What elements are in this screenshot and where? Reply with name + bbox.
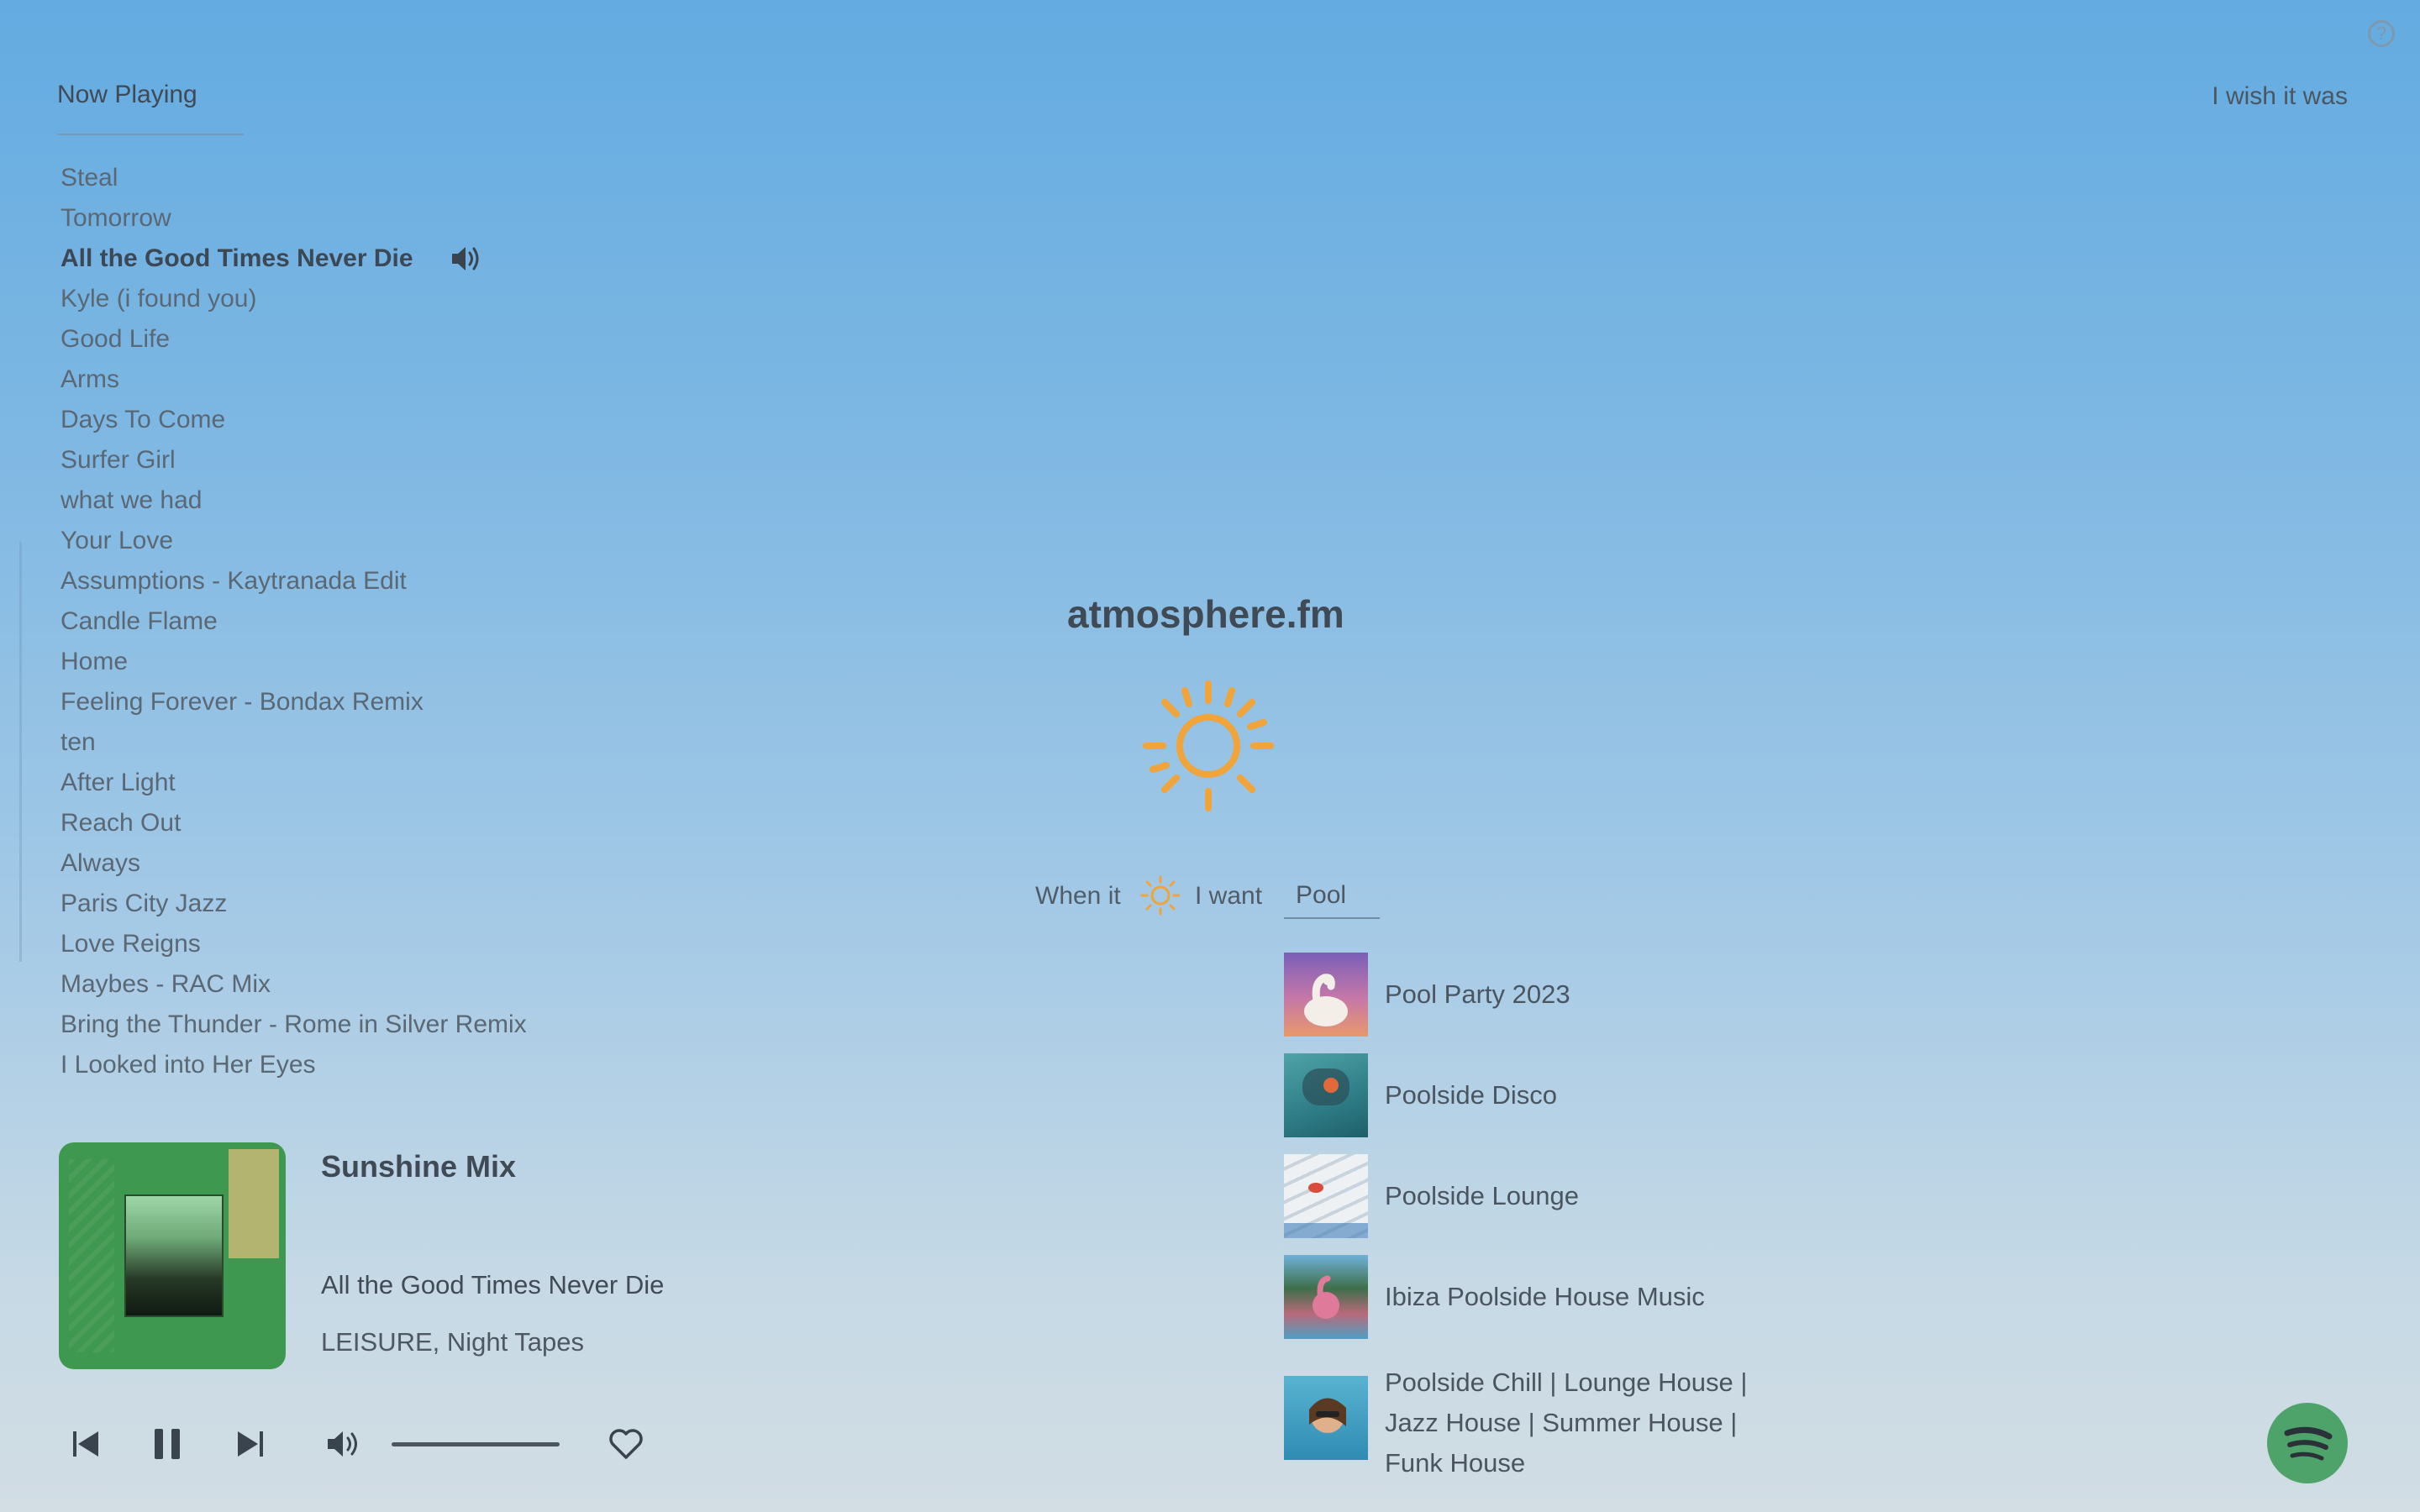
track-title: Always	[60, 849, 141, 877]
track-item[interactable]: Bring the Thunder - Rome in Silver Remix	[60, 1005, 527, 1045]
track-title: Steal	[60, 164, 118, 192]
track-title: Assumptions - Kaytranada Edit	[60, 567, 407, 595]
track-item[interactable]: Kyle (i found you)	[60, 279, 527, 319]
result-thumbnail	[1284, 1053, 1368, 1137]
track-item[interactable]: Days To Come	[60, 400, 527, 440]
track-item[interactable]: Reach Out	[60, 803, 527, 843]
track-title: Paris City Jazz	[60, 890, 228, 917]
result-label: Poolside Chill | Lounge House | Jazz Hou…	[1385, 1368, 1748, 1478]
track-item[interactable]: Steal	[60, 158, 527, 198]
track-title: Days To Come	[60, 406, 226, 433]
album-art-photo	[124, 1194, 224, 1317]
result-label: Pool Party 2023	[1385, 979, 1570, 1009]
playlist-name: Sunshine Mix	[321, 1149, 517, 1184]
track-item[interactable]: Always	[60, 843, 527, 884]
track-title: Reach Out	[60, 809, 182, 837]
when-label: When it	[1035, 882, 1121, 910]
tab-now-playing[interactable]: Now Playing	[57, 81, 197, 109]
mood-search-input[interactable]	[1284, 874, 1380, 919]
track-item[interactable]: After Light	[60, 763, 527, 803]
wish-label[interactable]: I wish it was	[2212, 82, 2348, 111]
track-title: I Looked into Her Eyes	[60, 1051, 316, 1079]
track-title: Surfer Girl	[60, 446, 176, 474]
track-item[interactable]: Tomorrow	[60, 198, 527, 239]
result-item[interactable]: Pool Party 2023	[1284, 953, 1570, 1037]
volume-icon[interactable]	[326, 1428, 363, 1460]
spotify-logo-icon[interactable]	[2267, 1403, 2348, 1483]
track-title: Bring the Thunder - Rome in Silver Remix	[60, 1011, 527, 1038]
track-item[interactable]: ten	[60, 722, 527, 763]
track-title: Tomorrow	[60, 204, 171, 232]
track-item[interactable]: Assumptions - Kaytranada Edit	[60, 561, 527, 601]
result-item[interactable]: Poolside Disco	[1284, 1053, 1557, 1137]
result-thumbnail	[1284, 1376, 1368, 1460]
track-title: After Light	[60, 769, 176, 796]
result-thumbnail	[1284, 1154, 1368, 1238]
track-title: what we had	[60, 486, 203, 514]
track-title: Love Reigns	[60, 930, 201, 958]
track-item[interactable]: I Looked into Her Eyes	[60, 1045, 527, 1085]
track-item[interactable]: All the Good Times Never Die	[60, 239, 527, 279]
album-art-note	[229, 1149, 279, 1258]
track-item[interactable]: Arms	[60, 360, 527, 400]
skip-back-icon[interactable]	[71, 1429, 101, 1459]
result-item[interactable]: Poolside Lounge	[1284, 1154, 1579, 1238]
left-divider	[19, 542, 22, 962]
result-thumbnail	[1284, 1255, 1368, 1339]
now-playing-speaker-icon	[450, 244, 484, 273]
track-title: Kyle (i found you)	[60, 285, 257, 312]
track-list: Steal Tomorrow All the Good Times Never Di…	[60, 158, 527, 1085]
track-item[interactable]: Feeling Forever - Bondax Remix	[60, 682, 527, 722]
track-title: All the Good Times Never Die	[60, 244, 413, 272]
track-item[interactable]: Home	[60, 642, 527, 682]
track-item[interactable]: Surfer Girl	[60, 440, 527, 480]
track-title: Candle Flame	[60, 607, 218, 635]
track-item[interactable]: Maybes - RAC Mix	[60, 964, 527, 1005]
result-thumbnail	[1284, 953, 1368, 1037]
result-label: Poolside Disco	[1385, 1080, 1558, 1110]
sun-icon	[1143, 680, 1274, 811]
result-item[interactable]: Poolside Chill | Lounge House | Jazz Hou…	[1284, 1362, 1780, 1483]
result-label: Ibiza Poolside House Music	[1385, 1282, 1705, 1311]
track-title: Home	[60, 648, 129, 675]
pause-icon[interactable]	[151, 1427, 183, 1461]
track-item[interactable]: what we had	[60, 480, 527, 521]
track-item[interactable]: Paris City Jazz	[60, 884, 527, 924]
tab-underline	[57, 134, 244, 135]
current-song-artists: LEISURE, Night Tapes	[321, 1327, 585, 1357]
result-label: Poolside Lounge	[1385, 1181, 1579, 1210]
track-item[interactable]: Love Reigns	[60, 924, 527, 964]
track-title: ten	[60, 728, 96, 756]
result-item[interactable]: Ibiza Poolside House Music	[1284, 1255, 1705, 1339]
current-song-title: All the Good Times Never Die	[321, 1270, 665, 1299]
track-title: Arms	[60, 365, 119, 393]
track-item[interactable]: Candle Flame	[60, 601, 527, 642]
track-title: Maybes - RAC Mix	[60, 970, 271, 998]
track-item[interactable]: Good Life	[60, 319, 527, 360]
track-title: Good Life	[60, 325, 171, 353]
volume-slider[interactable]	[392, 1442, 560, 1446]
album-art	[59, 1142, 286, 1369]
track-title: Feeling Forever - Bondax Remix	[60, 688, 424, 716]
weather-condition-icon[interactable]	[1140, 875, 1181, 916]
track-title: Your Love	[60, 527, 174, 554]
help-icon[interactable]: ?	[2368, 20, 2395, 47]
heart-icon[interactable]	[608, 1428, 644, 1460]
track-item[interactable]: Your Love	[60, 521, 527, 561]
skip-forward-icon[interactable]	[235, 1429, 266, 1459]
want-label: I want	[1195, 882, 1263, 910]
album-art-pattern	[69, 1159, 114, 1352]
app-title: atmosphere.fm	[1067, 592, 1344, 636]
